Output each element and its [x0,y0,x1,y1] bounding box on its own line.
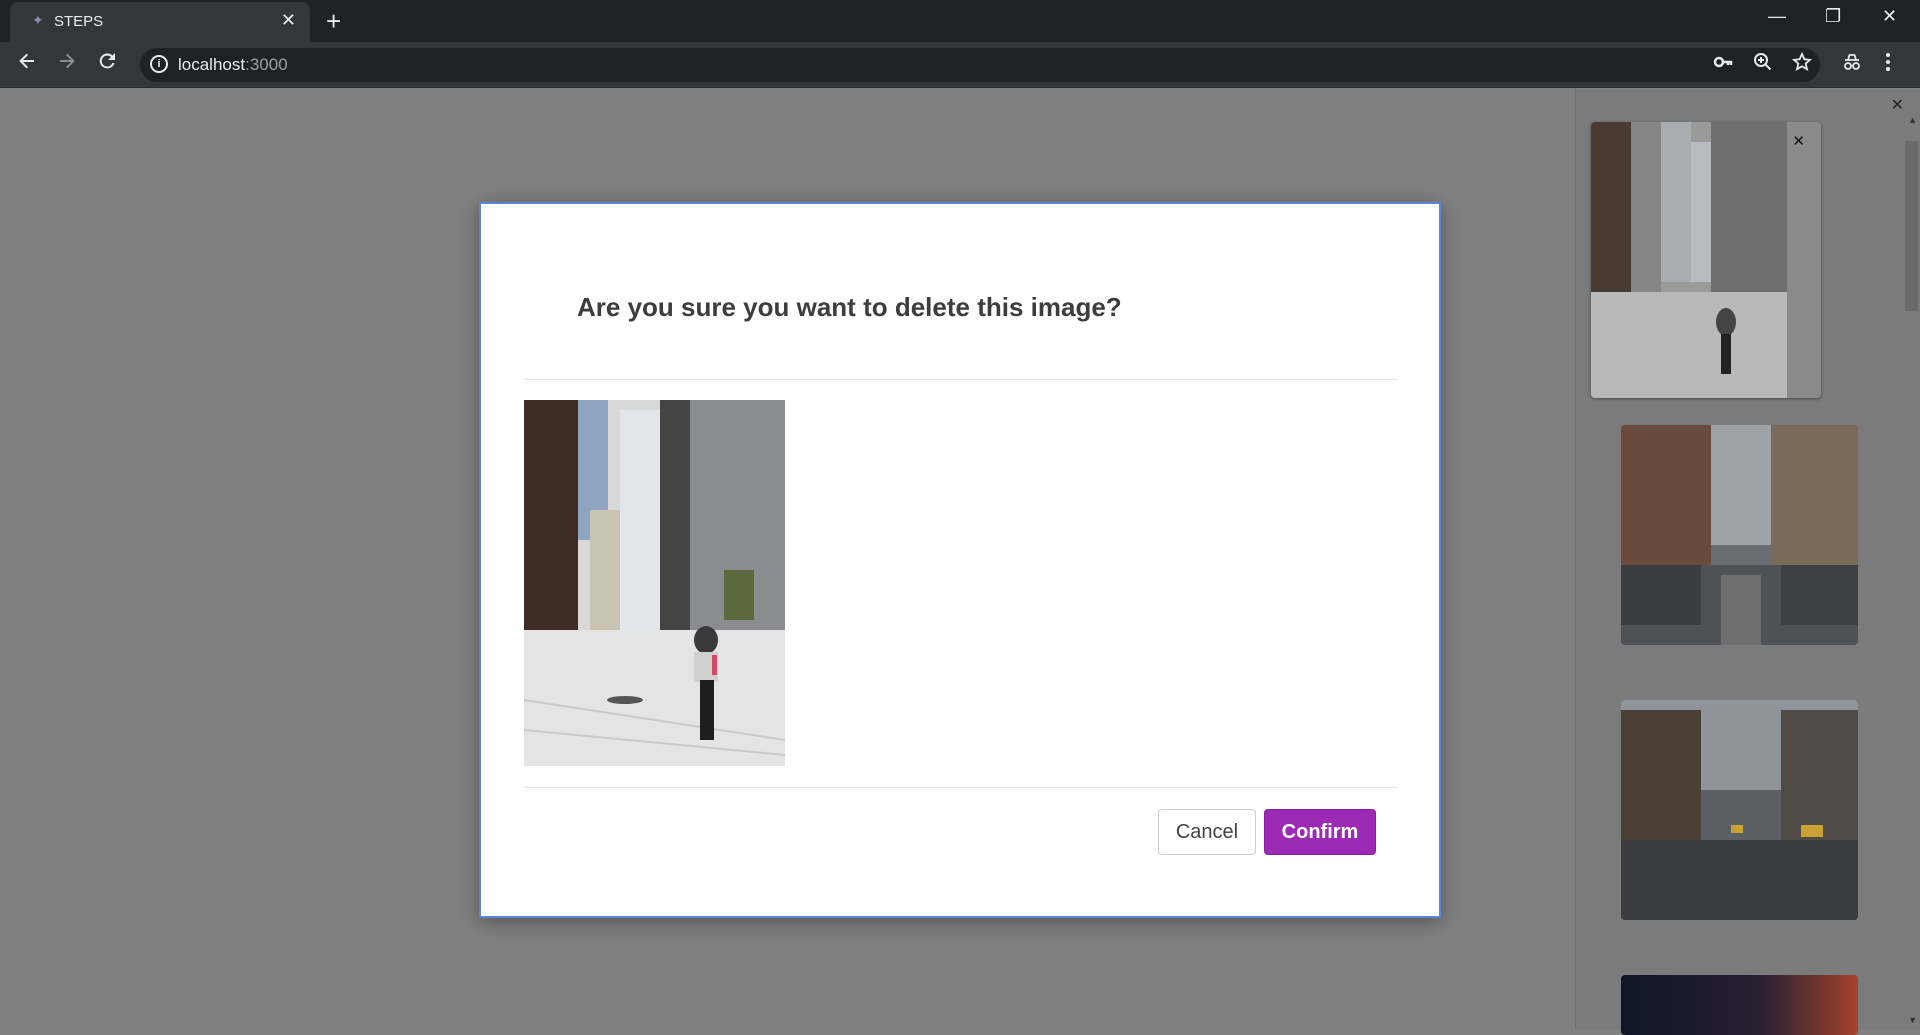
bookmark-star-icon[interactable] [1791,51,1813,78]
cancel-button[interactable]: Cancel [1158,809,1256,855]
night-sky-photo[interactable] [1621,975,1858,1035]
thumbnail-selected[interactable]: ✕ [1591,122,1821,398]
new-tab-button[interactable]: + [326,6,341,37]
scrollbar-thumb[interactable] [1905,141,1918,311]
forward-arrow-icon[interactable] [56,50,78,78]
street-parked-cars-photo[interactable] [1621,425,1858,645]
browser-toolbar: i localhost:3000 [0,42,1920,88]
reload-icon[interactable] [96,50,118,78]
tab-title: STEPS [54,13,104,30]
steps-favicon-icon: ✦ [32,12,44,28]
delete-confirm-dialog: Are you sure you want to delete this ima… [479,202,1441,918]
kebab-menu-icon[interactable] [1885,52,1891,78]
zoom-icon[interactable] [1753,52,1773,78]
confirm-button[interactable]: Confirm [1264,809,1376,855]
back-arrow-icon[interactable] [16,50,38,78]
page-overlay[interactable]: ✕ ▲ ▼ ✕ Are you sure you want to delete … [0,89,1920,1035]
divider [524,379,1397,380]
browser-tab-bar: ✦ STEPS ✕ + — ❐ ✕ [0,0,1920,42]
url-text[interactable]: localhost:3000 [178,55,288,75]
incognito-icon[interactable] [1842,52,1862,78]
minimize-button[interactable]: — [1768,6,1786,27]
street-cyclist-photo [1591,122,1787,398]
window-close-button[interactable]: ✕ [1882,6,1897,27]
browser-tab[interactable]: ✦ STEPS ✕ [10,2,310,42]
info-icon[interactable]: i [150,55,168,73]
address-bar[interactable]: i localhost:3000 [140,48,1820,82]
tab-close-icon[interactable]: ✕ [281,10,296,31]
scroll-down-icon[interactable]: ▼ [1908,1015,1917,1025]
divider [524,787,1397,788]
key-icon[interactable] [1713,52,1733,78]
street-taxis-photo[interactable] [1621,700,1858,920]
image-preview [524,400,785,766]
restore-button[interactable]: ❐ [1825,6,1841,27]
dialog-title: Are you sure you want to delete this ima… [577,292,1122,322]
panel-close-icon[interactable]: ✕ [1891,95,1904,115]
image-sidepanel: ✕ ▲ ▼ ✕ [1575,89,1920,1035]
thumbnail-remove-icon[interactable]: ✕ [1792,132,1805,150]
scroll-up-icon[interactable]: ▲ [1908,115,1917,125]
